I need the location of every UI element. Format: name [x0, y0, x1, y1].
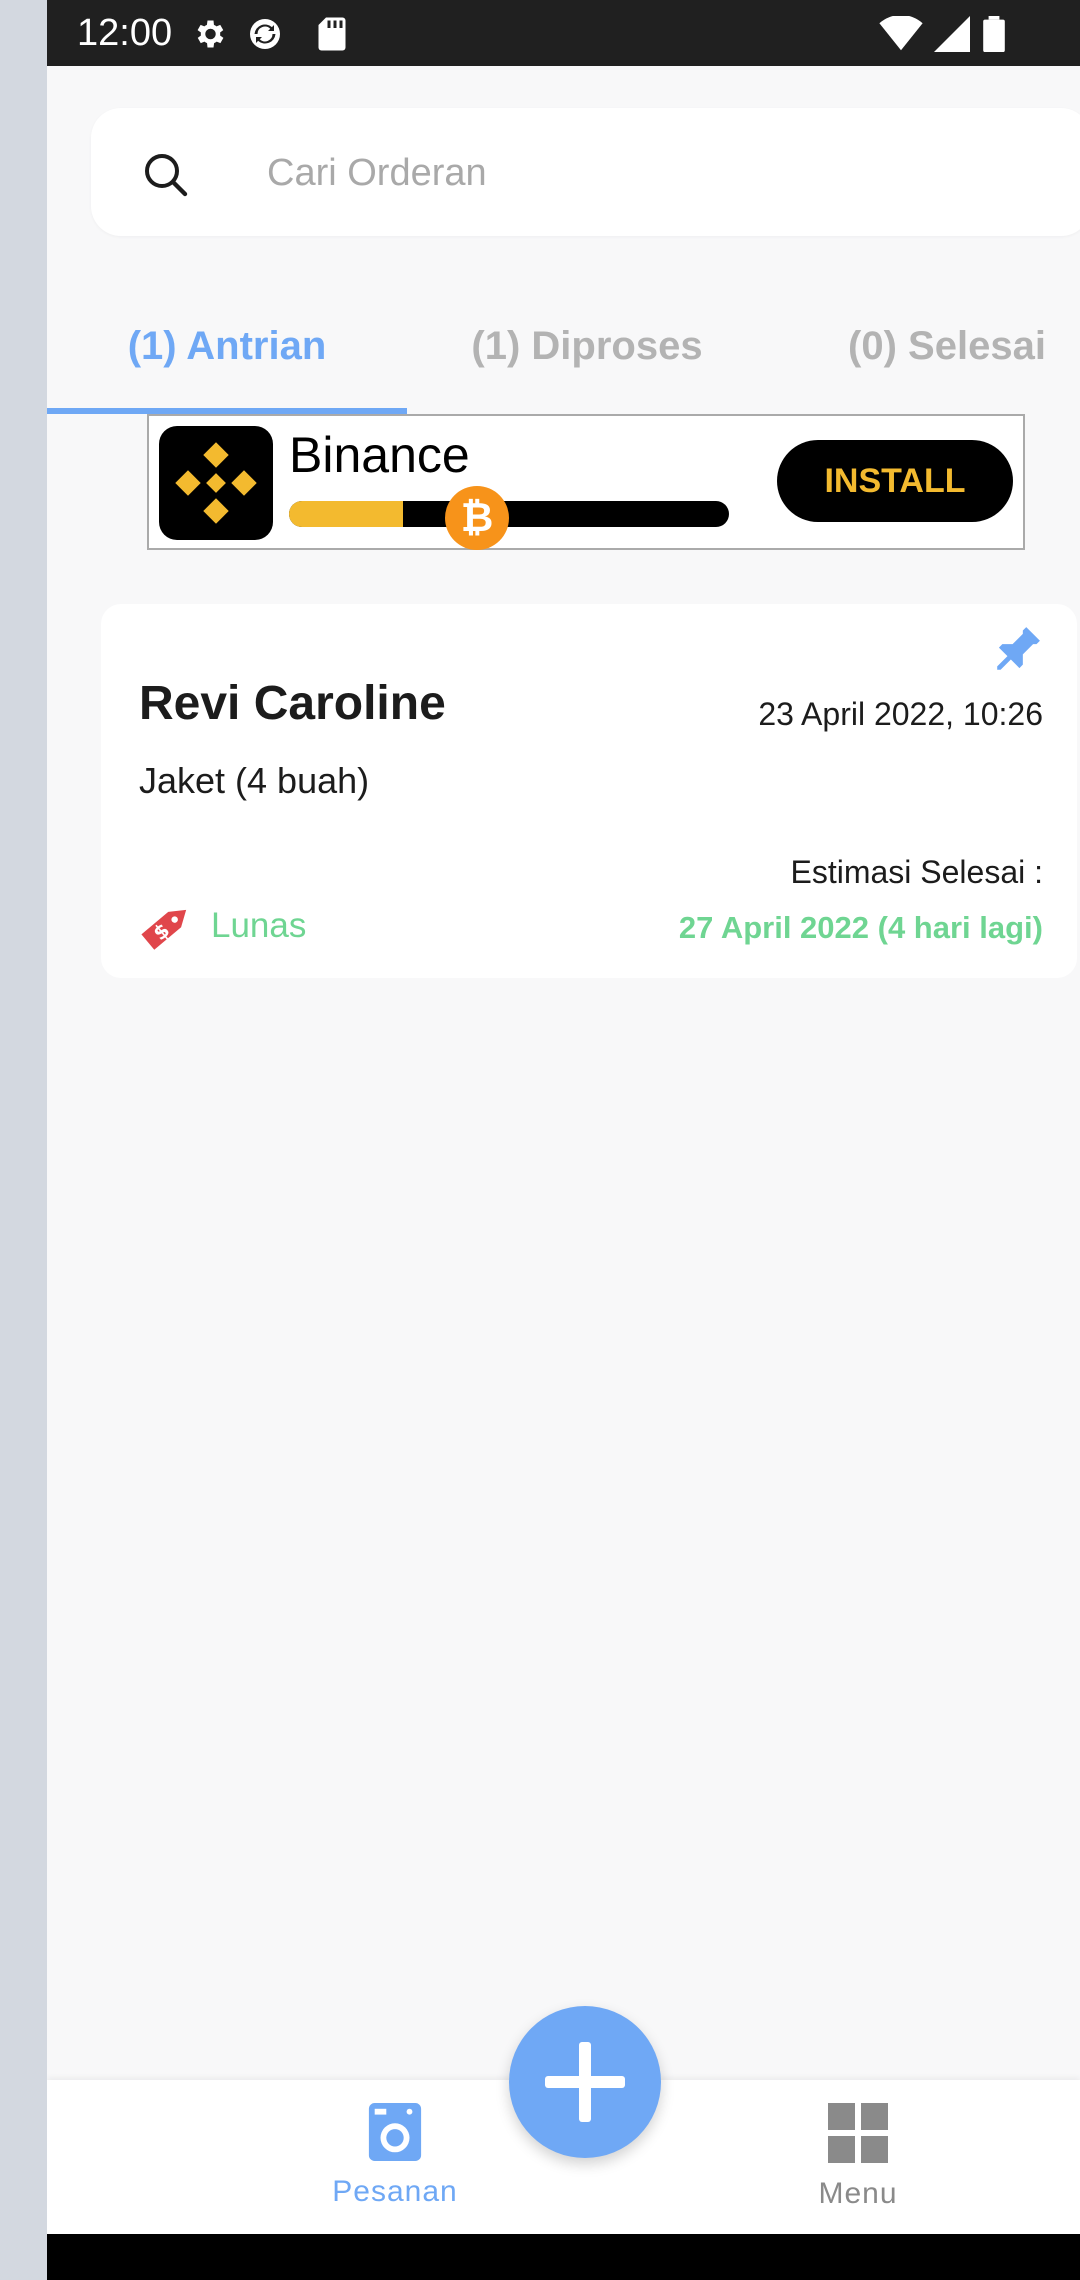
- plus-icon: [545, 2042, 625, 2122]
- sd-card-icon: [318, 17, 346, 51]
- bitcoin-icon: ₿: [445, 486, 509, 550]
- ad-progress-fill: [289, 501, 404, 527]
- grid-icon: [828, 2103, 888, 2163]
- status-time: 12:00: [77, 12, 173, 54]
- order-card[interactable]: Revi Caroline 23 April 2022, 10:26 Jaket…: [101, 604, 1077, 978]
- search-input[interactable]: Cari Orderan: [267, 152, 487, 195]
- washing-machine-icon: [368, 2103, 422, 2161]
- nav-pesanan[interactable]: Pesanan: [295, 2100, 495, 2209]
- payment-status: Lunas: [211, 906, 307, 945]
- add-order-button[interactable]: [509, 2006, 661, 2158]
- cell-signal-icon: [934, 16, 970, 52]
- nav-pesanan-label: Pesanan: [332, 2175, 458, 2208]
- pin-icon[interactable]: [987, 622, 1045, 680]
- customer-name: Revi Caroline: [139, 677, 446, 730]
- order-tabs: (1) Antrian (1) Diproses (0) Selesai: [47, 300, 1080, 414]
- ad-title: Binance: [289, 427, 470, 483]
- tab-antrian[interactable]: (1) Antrian: [47, 316, 407, 376]
- estimate-label: Estimasi Selesai :: [790, 854, 1043, 890]
- install-button[interactable]: INSTALL: [777, 440, 1013, 522]
- binance-logo: [159, 426, 273, 540]
- tab-diproses[interactable]: (1) Diproses: [407, 316, 767, 376]
- ad-progress-bar: [289, 501, 729, 527]
- nav-menu[interactable]: Menu: [758, 2100, 958, 2211]
- order-items: Jaket (4 buah): [139, 760, 370, 801]
- nav-menu-label: Menu: [818, 2177, 898, 2210]
- order-date: 23 April 2022, 10:26: [758, 696, 1043, 732]
- sync-icon: [250, 19, 280, 49]
- price-tag-icon: $: [141, 909, 187, 950]
- search-bar[interactable]: Cari Orderan: [91, 108, 1080, 236]
- app-screen: 12:00 Cari Orderan (1) Antrian (1) Dipro…: [47, 0, 1080, 2280]
- tab-selesai[interactable]: (0) Selesai: [767, 316, 1080, 376]
- wifi-icon: [879, 16, 923, 51]
- status-bar: 12:00: [47, 0, 1080, 66]
- battery-icon: [983, 16, 1005, 52]
- system-nav-bar: [47, 2234, 1080, 2280]
- ad-banner[interactable]: Binance ₿ INSTALL: [147, 414, 1025, 550]
- estimate-date: 27 April 2022 (4 hari lagi): [678, 910, 1043, 945]
- binance-diamond-icon: [175, 442, 257, 524]
- search-icon: [145, 154, 188, 197]
- settings-icon: [197, 20, 224, 48]
